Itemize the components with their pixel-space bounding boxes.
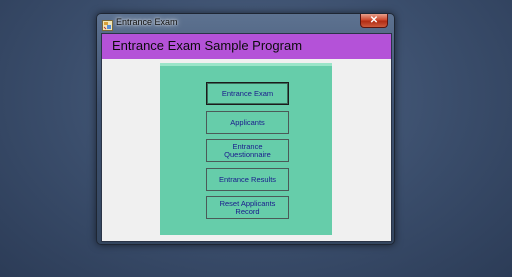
app-icon (102, 18, 113, 31)
app-window: Entrance Exam ✕ Entrance Exam Sample Pro… (96, 13, 395, 245)
header-panel: Entrance Exam Sample Program (102, 34, 391, 59)
close-button[interactable]: ✕ (360, 14, 388, 28)
reset-applicants-record-button[interactable]: Reset Applicants Record (206, 196, 289, 219)
page-title: Entrance Exam Sample Program (112, 38, 303, 53)
entrance-questionnaire-button[interactable]: Entrance Questionnaire (206, 139, 289, 162)
form-client-area: Entrance Exam Sample Program Entrance Ex… (101, 33, 392, 242)
entrance-results-button[interactable]: Entrance Results (206, 168, 289, 191)
close-icon: ✕ (369, 15, 379, 26)
applicants-button[interactable]: Applicants (206, 111, 289, 134)
menu-panel: Entrance Exam Applicants Entrance Questi… (160, 63, 332, 235)
entrance-exam-button[interactable]: Entrance Exam (206, 82, 289, 105)
title-bar[interactable]: Entrance Exam ✕ (97, 14, 394, 33)
window-title: Entrance Exam (116, 17, 178, 27)
